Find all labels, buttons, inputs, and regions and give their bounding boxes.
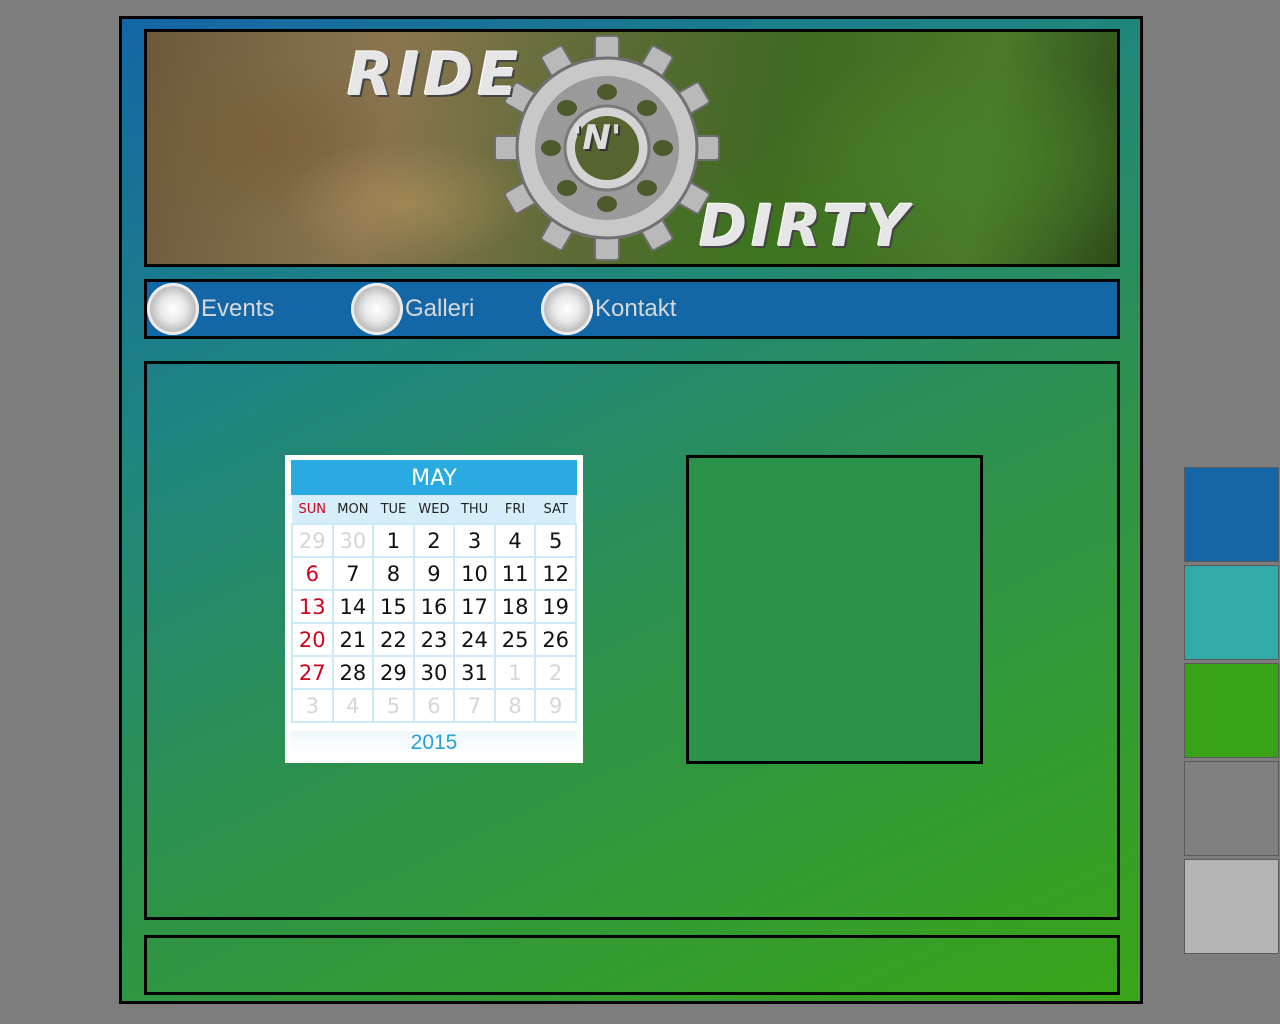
cassette-cog-icon bbox=[351, 283, 403, 335]
nav-item-label: Galleri bbox=[405, 295, 475, 322]
calendar-weekday: SAT bbox=[535, 495, 576, 524]
calendar-day[interactable]: 1 bbox=[372, 523, 415, 558]
calendar-day[interactable]: 22 bbox=[372, 622, 415, 657]
calendar-day[interactable]: 4 bbox=[331, 688, 375, 723]
brand-text-ride: RIDE bbox=[347, 40, 523, 110]
calendar-day[interactable]: 6 bbox=[291, 556, 334, 591]
calendar-day[interactable]: 20 bbox=[291, 622, 334, 657]
calendar-day[interactable]: 7 bbox=[453, 688, 496, 723]
main-content: MAY SUN MON TUE WED THU FRI SAT 29 30 1 2 3 4 5 6 7 8 9 1… bbox=[144, 361, 1120, 920]
calendar-day[interactable]: 2 bbox=[534, 655, 577, 690]
calendar-weekday: TUE bbox=[373, 495, 414, 524]
calendar-year: 2015 bbox=[291, 731, 577, 755]
nav-item-kontakt[interactable]: Kontakt bbox=[541, 282, 676, 336]
gear-logo-icon bbox=[494, 35, 720, 261]
calendar-weekday: FRI bbox=[494, 495, 536, 524]
calendar-day[interactable]: 25 bbox=[493, 622, 537, 657]
calendar-day[interactable]: 26 bbox=[534, 622, 577, 657]
calendar-day[interactable]: 21 bbox=[331, 622, 375, 657]
calendar-day[interactable]: 29 bbox=[291, 523, 334, 558]
calendar-day[interactable]: 29 bbox=[372, 655, 415, 690]
brand-text-dirty: DIRTY bbox=[699, 192, 913, 260]
calendar-day[interactable]: 19 bbox=[534, 589, 577, 624]
color-swatch bbox=[1184, 761, 1279, 856]
calendar-day[interactable]: 28 bbox=[331, 655, 375, 690]
footer bbox=[144, 935, 1120, 995]
nav-item-label: Kontakt bbox=[595, 295, 677, 322]
color-swatch bbox=[1184, 859, 1279, 954]
calendar-day[interactable]: 16 bbox=[412, 589, 456, 624]
content-placeholder-box bbox=[686, 455, 983, 764]
nav-item-galleri[interactable]: Galleri bbox=[351, 282, 474, 336]
color-swatch bbox=[1184, 565, 1279, 660]
calendar-day[interactable]: 5 bbox=[534, 523, 577, 558]
calendar-day[interactable]: 3 bbox=[291, 688, 334, 723]
calendar-day[interactable]: 31 bbox=[453, 655, 496, 690]
calendar-day[interactable]: 17 bbox=[453, 589, 496, 624]
calendar-day[interactable]: 1 bbox=[493, 655, 537, 690]
calendar-day[interactable]: 14 bbox=[331, 589, 375, 624]
calendar-day[interactable]: 11 bbox=[493, 556, 537, 591]
calendar-day[interactable]: 27 bbox=[291, 655, 334, 690]
calendar-day[interactable]: 8 bbox=[493, 688, 537, 723]
calendar-grid: SUN MON TUE WED THU FRI SAT 29 30 1 2 3 4 5 6 7 8 9 10 11 1… bbox=[291, 495, 577, 723]
brand-text-n: 'N' bbox=[572, 118, 622, 158]
calendar-day[interactable]: 2 bbox=[412, 523, 456, 558]
color-swatch bbox=[1184, 663, 1279, 758]
calendar-day[interactable]: 5 bbox=[372, 688, 415, 723]
calendar-day[interactable]: 9 bbox=[534, 688, 577, 723]
calendar-weekday: MON bbox=[332, 495, 374, 524]
calendar-weekday: THU bbox=[454, 495, 495, 524]
page-frame: RIDE 'N' DIRTY Events Galleri Kontakt MA… bbox=[119, 16, 1143, 1004]
cassette-cog-icon bbox=[541, 283, 593, 335]
calendar-weekday: SUN bbox=[292, 495, 333, 524]
calendar-day[interactable]: 6 bbox=[412, 688, 456, 723]
calendar-day[interactable]: 3 bbox=[453, 523, 496, 558]
calendar-day[interactable]: 9 bbox=[412, 556, 456, 591]
calendar-day[interactable]: 23 bbox=[412, 622, 456, 657]
calendar-weekday: WED bbox=[413, 495, 455, 524]
nav-item-events[interactable]: Events bbox=[147, 282, 274, 336]
header-banner: RIDE 'N' DIRTY bbox=[144, 29, 1120, 267]
calendar-day[interactable]: 10 bbox=[453, 556, 496, 591]
calendar-day[interactable]: 8 bbox=[372, 556, 415, 591]
calendar-day[interactable]: 18 bbox=[493, 589, 537, 624]
calendar-day[interactable]: 13 bbox=[291, 589, 334, 624]
main-nav: Events Galleri Kontakt bbox=[144, 279, 1120, 339]
calendar-day[interactable]: 15 bbox=[372, 589, 415, 624]
calendar-day[interactable]: 7 bbox=[331, 556, 375, 591]
calendar-day[interactable]: 24 bbox=[453, 622, 496, 657]
calendar-day[interactable]: 30 bbox=[412, 655, 456, 690]
color-palette bbox=[1184, 467, 1280, 957]
calendar-day[interactable]: 30 bbox=[331, 523, 375, 558]
calendar-widget: MAY SUN MON TUE WED THU FRI SAT 29 30 1 2 3 4 5 6 7 8 9 1… bbox=[285, 455, 583, 763]
calendar-day[interactable]: 12 bbox=[534, 556, 577, 591]
nav-item-label: Events bbox=[201, 295, 275, 322]
cassette-cog-icon bbox=[147, 283, 199, 335]
calendar-month: MAY bbox=[291, 460, 577, 495]
color-swatch bbox=[1184, 467, 1279, 562]
calendar-day[interactable]: 4 bbox=[493, 523, 537, 558]
